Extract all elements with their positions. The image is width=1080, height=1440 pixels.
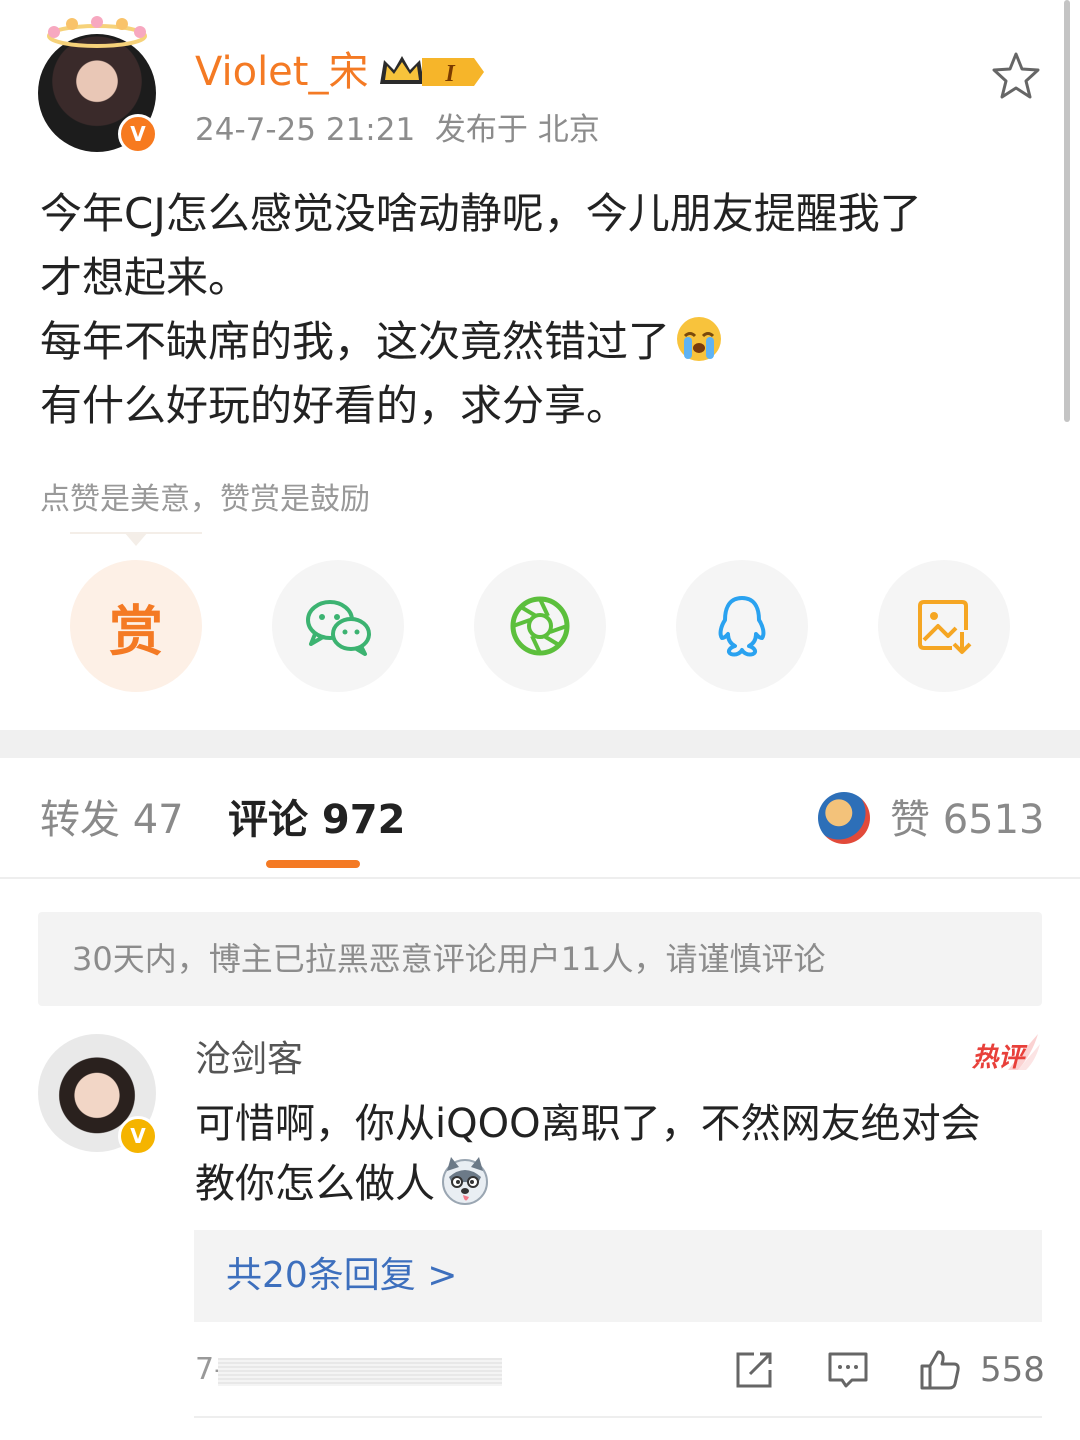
save-image-button[interactable] bbox=[878, 560, 1010, 692]
crying-face-emoji-icon bbox=[677, 317, 722, 361]
save-image-icon bbox=[918, 600, 972, 654]
post-line: 才想起来。 bbox=[40, 253, 251, 302]
reward-button[interactable]: 赏 bbox=[70, 560, 202, 692]
favorite-star-icon[interactable] bbox=[990, 50, 1042, 102]
hot-comment-badge: 热评 bbox=[971, 1034, 1040, 1073]
tab-repost[interactable]: 转发 47 bbox=[40, 795, 184, 845]
section-divider bbox=[0, 730, 1080, 758]
reward-hint: 点赞是美意，赞赏是鼓励 bbox=[40, 482, 370, 517]
commenter-name[interactable]: 沧剑客 bbox=[195, 1036, 303, 1084]
like-thumb-icon[interactable] bbox=[918, 1348, 962, 1392]
reply-comment-icon[interactable] bbox=[826, 1348, 870, 1392]
comment-like-count: 558 bbox=[980, 1350, 1045, 1390]
husky-emoji-icon bbox=[442, 1157, 488, 1205]
comment-line: 可惜啊，你从iQOO离职了，不然网友绝对会 bbox=[195, 1101, 981, 1147]
comment-content: 可惜啊，你从iQOO离职了，不然网友绝对会 教你怎么做人 bbox=[195, 1094, 1040, 1214]
view-replies-button[interactable]: 共20条回复 > bbox=[194, 1230, 1042, 1322]
comment-line: 教你怎么做人 bbox=[195, 1154, 1040, 1214]
svg-text:热评: 热评 bbox=[971, 1043, 1028, 1073]
moments-icon bbox=[510, 596, 570, 656]
verified-badge-icon: V bbox=[118, 1116, 158, 1156]
share-comment-icon[interactable] bbox=[732, 1348, 776, 1392]
post-line: 今年CJ怎么感觉没啥动静呢，今儿朋友提醒我了 bbox=[40, 189, 922, 238]
post-line: 每年不缺席的我，这次竟然错过了 bbox=[40, 310, 1040, 374]
share-wechat-button[interactable] bbox=[272, 560, 404, 692]
liker-avatar bbox=[818, 792, 870, 844]
wechat-icon bbox=[306, 600, 371, 656]
post-line: 有什么好玩的好看的，求分享。 bbox=[40, 381, 629, 430]
tab-likes[interactable]: 赞 6513 bbox=[890, 795, 1045, 845]
author-name[interactable]: Violet_宋 bbox=[195, 46, 368, 98]
reward-tip-arrow bbox=[124, 532, 148, 546]
flower-halo-icon bbox=[47, 16, 147, 48]
redacted-date-area bbox=[218, 1358, 502, 1386]
moderation-notice: 30天内，博主已拉黑恶意评论用户11人，请谨慎评论 bbox=[38, 912, 1042, 1006]
svg-text:I: I bbox=[444, 61, 456, 87]
comment-divider bbox=[194, 1416, 1042, 1418]
tab-comments[interactable]: 评论 972 bbox=[228, 795, 405, 845]
post-meta: 24-7-25 21:21 发布于 北京 bbox=[195, 112, 600, 148]
share-qq-button[interactable] bbox=[676, 560, 808, 692]
qq-icon bbox=[718, 596, 766, 657]
member-crown-icon: I bbox=[380, 56, 484, 87]
verified-badge-icon: V bbox=[118, 114, 158, 154]
reward-icon: 赏 bbox=[109, 599, 163, 663]
active-tab-indicator bbox=[266, 860, 360, 868]
tabs-divider bbox=[0, 877, 1080, 879]
share-moments-button[interactable] bbox=[474, 560, 606, 692]
scrollbar[interactable] bbox=[1064, 0, 1070, 422]
post-content: 今年CJ怎么感觉没啥动静呢，今儿朋友提醒我了 才想起来。 每年不缺席的我，这次竟… bbox=[40, 182, 1040, 438]
